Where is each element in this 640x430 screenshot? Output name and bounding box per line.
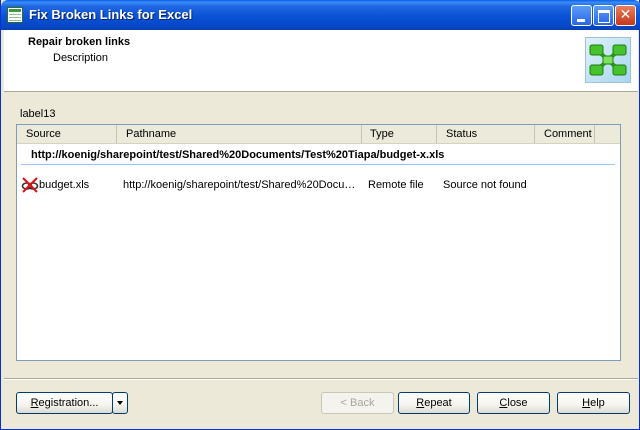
group-title: http://koenig/sharepoint/test/Shared%20D… bbox=[31, 149, 445, 161]
cell-status: Source not found bbox=[443, 179, 527, 191]
chevron-down-icon bbox=[117, 401, 123, 405]
footer-divider bbox=[4, 378, 638, 380]
column-header-comment[interactable]: Comment bbox=[535, 125, 595, 143]
close-icon: ✕ bbox=[619, 7, 632, 23]
header-title: Repair broken links bbox=[28, 36, 131, 48]
header-description: Description bbox=[53, 52, 109, 64]
column-header-status[interactable]: Status bbox=[437, 125, 535, 143]
help-button[interactable]: Help bbox=[557, 392, 630, 414]
network-links-icon bbox=[585, 37, 631, 83]
excel-app-icon[interactable] bbox=[7, 7, 23, 23]
close-button[interactable]: Close bbox=[477, 392, 550, 414]
group-header[interactable]: http://koenig/sharepoint/test/Shared%20D… bbox=[21, 147, 615, 165]
label13: label13 bbox=[20, 108, 56, 120]
title-bar[interactable]: Fix Broken Links for Excel ✕ bbox=[1, 0, 640, 30]
registration-dropdown-button[interactable] bbox=[112, 392, 128, 414]
registration-button[interactable]: Registration... bbox=[16, 392, 113, 414]
main-window: Fix Broken Links for Excel ✕ Repair brok… bbox=[0, 0, 640, 430]
cell-type: Remote file bbox=[368, 179, 424, 191]
column-header-pathname[interactable]: Pathname bbox=[117, 125, 362, 143]
column-header-source[interactable]: Source bbox=[17, 125, 117, 143]
column-header-type[interactable]: Type bbox=[362, 125, 437, 143]
close-window-button[interactable]: ✕ bbox=[615, 5, 636, 26]
repeat-button[interactable]: Repeat bbox=[398, 392, 470, 414]
back-button[interactable]: < Back bbox=[321, 392, 394, 414]
list-header: Source Pathname Type Status Comment bbox=[17, 125, 620, 144]
list-item[interactable]: budget.xls http://koenig/sharepoint/test… bbox=[17, 175, 620, 195]
broken-links-list[interactable]: Source Pathname Type Status Comment http… bbox=[16, 124, 621, 361]
cell-pathname: http://koenig/sharepoint/test/Shared%20D… bbox=[123, 179, 359, 191]
minimize-button[interactable] bbox=[571, 5, 592, 26]
wizard-header: Repair broken links Description bbox=[4, 30, 638, 92]
broken-link-icon bbox=[21, 176, 39, 194]
maximize-button[interactable] bbox=[593, 5, 614, 26]
window-title: Fix Broken Links for Excel bbox=[29, 7, 193, 22]
cell-source: budget.xls bbox=[39, 179, 90, 191]
